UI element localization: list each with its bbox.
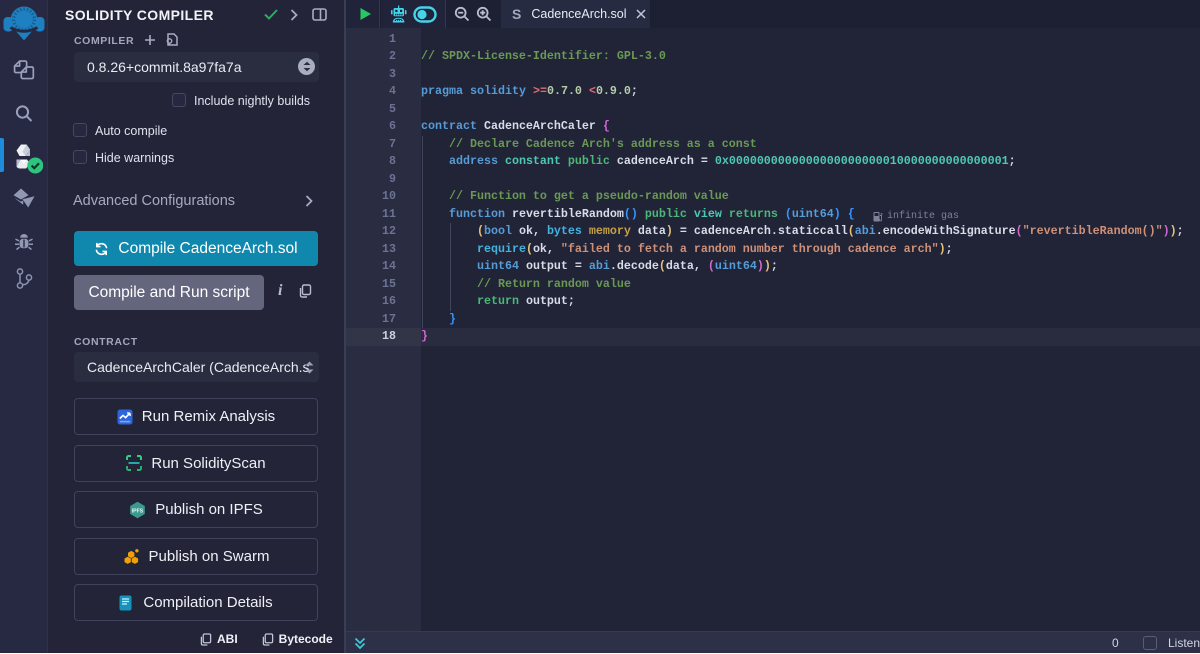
svg-text:IPFS: IPFS (132, 508, 144, 514)
